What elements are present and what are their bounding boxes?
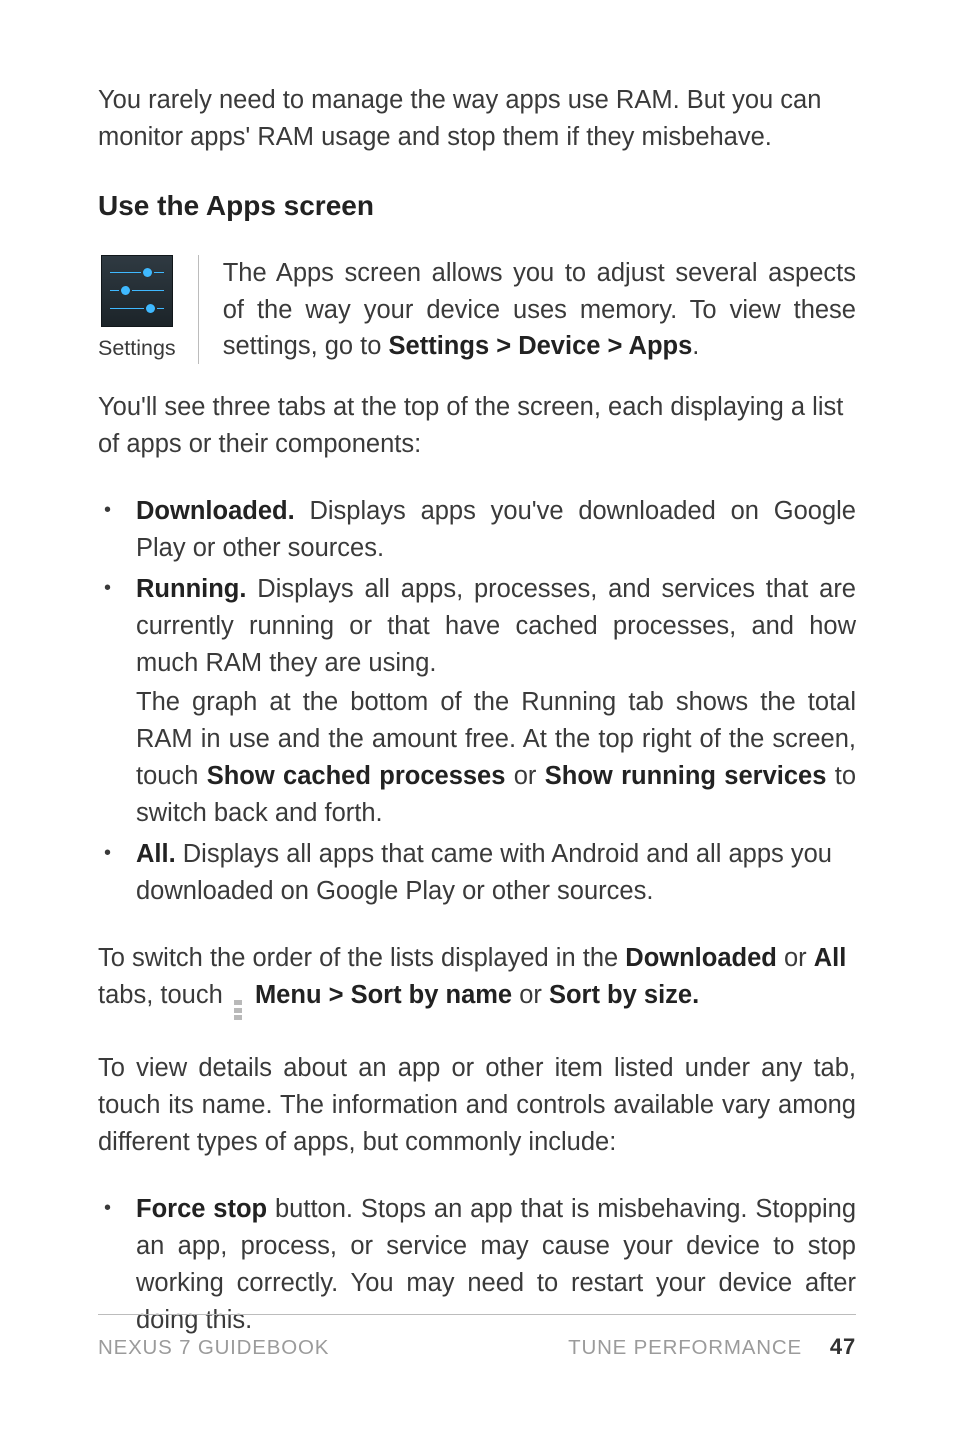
view-details-para: To view details about an app or other it… [98,1050,856,1161]
bullet2-sub-b1: Show cached processes [207,762,506,790]
bullet1-label: Downloaded. [136,497,295,525]
menu-overflow-icon [234,1000,242,1020]
switch-b1: Downloaded [625,944,777,972]
switch-b3: Menu > Sort by name [255,981,512,1009]
intro-paragraph: You rarely need to manage the way apps u… [98,82,856,156]
footer-section: TUNE PERFORMANCE [568,1333,802,1363]
icon-paragraph-row: Settings The Apps screen allows you to a… [98,255,856,366]
tabs-intro: You'll see three tabs at the top of the … [98,389,856,463]
switch-mid2: tabs, touch [98,981,230,1009]
list-item: • All. Displays all apps that came with … [98,836,856,910]
bullet2-sub-mid: or [505,762,544,790]
switch-b2: All [814,944,847,972]
bullet2-sub-b2: Show running services [545,762,827,790]
list-item: • Downloaded. Displays apps you've downl… [98,493,856,567]
switch-pre: To switch the order of the lists display… [98,944,625,972]
section-heading: Use the Apps screen [98,186,856,227]
bullet2-label: Running. [136,575,246,603]
bullet-body: Running. Displays all apps, processes, a… [136,571,856,832]
bullet3-text: Displays all apps that came with Android… [136,840,832,905]
switch-order-para: To switch the order of the lists display… [98,940,856,1020]
tabs-bullet-list: • Downloaded. Displays apps you've downl… [98,493,856,910]
icon-para-post: . [692,332,699,360]
settings-icon [101,255,173,327]
footer-left: NEXUS 7 GUIDEBOOK [98,1333,329,1363]
bullet2-subpara: The graph at the bottom of the Running t… [136,684,856,832]
list-item: • Running. Displays all apps, processes,… [98,571,856,832]
footer-page-number: 47 [830,1331,856,1363]
bullet-dot-icon: • [98,571,136,832]
bullet4-label: Force stop [136,1195,267,1223]
switch-mid1: or [777,944,814,972]
switch-b4: Sort by size. [549,981,699,1009]
bullet-dot-icon: • [98,836,136,910]
settings-icon-block: Settings [98,255,199,364]
page-footer: NEXUS 7 GUIDEBOOK TUNE PERFORMANCE 47 [98,1314,856,1363]
icon-para-bold: Settings > Device > Apps [389,332,693,360]
bullet3-label: All. [136,840,176,868]
settings-icon-caption: Settings [98,333,176,364]
bullet-body: All. Displays all apps that came with An… [136,836,856,910]
icon-description: The Apps screen allows you to adjust sev… [223,255,856,366]
bullet-body: Downloaded. Displays apps you've downloa… [136,493,856,567]
switch-mid3: or [512,981,549,1009]
bullet-dot-icon: • [98,493,136,567]
